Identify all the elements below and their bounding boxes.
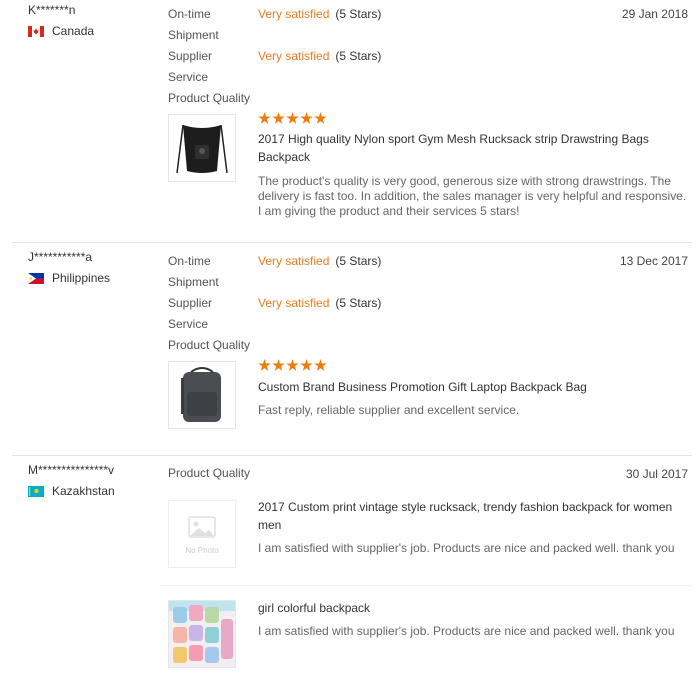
rating-text: Very satisfied <box>258 254 330 268</box>
product-quality-label: Product Quality <box>168 338 251 352</box>
review-date: 13 Dec 2017 <box>619 254 688 268</box>
product-star-rating <box>258 112 327 126</box>
supplier-service-label: Supplier Service <box>168 296 213 331</box>
star-icon <box>258 112 271 124</box>
buyer-country: Philippines <box>28 271 110 285</box>
product-star-rating <box>258 359 327 373</box>
product-review-text: I am satisfied with supplier's job. Prod… <box>258 541 675 555</box>
rating-stars-text: (5 Stars) <box>335 296 382 310</box>
rating-stars-text: (5 Stars) <box>335 7 382 21</box>
product-divider <box>160 585 692 586</box>
product-title[interactable]: Custom Brand Business Promotion Gift Lap… <box>258 378 688 396</box>
buyer-name: K*******n <box>28 3 76 17</box>
kazakhstan-flag-icon <box>28 485 44 497</box>
buyer-country: Kazakhstan <box>28 484 115 498</box>
rating-stars-text: (5 Stars) <box>335 254 382 268</box>
ontime-shipment-label: On-time Shipment <box>168 254 219 289</box>
country-label: Canada <box>52 24 95 38</box>
star-icon <box>272 359 285 371</box>
service-rating: Very satisfied (5 Stars) <box>258 46 381 67</box>
star-icon <box>272 112 285 124</box>
star-icon <box>286 112 299 124</box>
rating-text: Very satisfied <box>258 7 330 21</box>
product-quality-label: Product Quality <box>168 91 251 105</box>
star-icon <box>314 359 327 371</box>
ontime-rating: Very satisfied (5 Stars) <box>258 251 381 272</box>
ontime-rating: Very satisfied (5 Stars) <box>258 4 381 25</box>
philippines-flag-icon <box>28 272 44 284</box>
no-photo-text: No Photo <box>185 546 219 555</box>
ontime-shipment-label: On-time Shipment <box>168 7 219 42</box>
star-icon <box>286 359 299 371</box>
product-thumbnail[interactable] <box>168 361 236 429</box>
product-thumbnail[interactable] <box>168 114 236 182</box>
product-review-text: The product's quality is very good, gene… <box>258 174 687 218</box>
supplier-service-label: Supplier Service <box>168 49 213 84</box>
product-quality-label: Product Quality <box>168 466 251 480</box>
product-thumbnail[interactable]: No Photo <box>168 500 236 568</box>
product-title[interactable]: girl colorful backpack <box>258 599 688 617</box>
product-review-text: Fast reply, reliable supplier and excell… <box>258 403 520 417</box>
country-label: Philippines <box>52 271 111 285</box>
review-divider <box>12 455 692 456</box>
product-title[interactable]: 2017 High quality Nylon sport Gym Mesh R… <box>258 130 688 166</box>
drawstring-bag-image <box>176 124 228 174</box>
no-photo-placeholder-icon <box>188 516 216 538</box>
laptop-backpack-image <box>181 367 221 422</box>
buyer-name: M***************v <box>28 463 115 477</box>
buyer-country: Canada <box>28 24 94 38</box>
canada-flag-icon <box>28 25 44 37</box>
star-icon <box>258 359 271 371</box>
review-divider <box>12 242 692 243</box>
service-rating: Very satisfied (5 Stars) <box>258 293 381 314</box>
rating-text: Very satisfied <box>258 49 330 63</box>
review-date: 29 Jan 2018 <box>621 7 688 21</box>
star-icon <box>300 112 313 124</box>
country-label: Kazakhstan <box>52 484 115 498</box>
rating-text: Very satisfied <box>258 296 330 310</box>
colorful-backpacks-image <box>169 601 235 667</box>
rating-stars-text: (5 Stars) <box>335 49 382 63</box>
star-icon <box>314 112 327 124</box>
product-review-text: I am satisfied with supplier's job. Prod… <box>258 624 675 638</box>
product-title[interactable]: 2017 Custom print vintage style rucksack… <box>258 498 688 534</box>
review-date: 30 Jul 2017 <box>625 467 688 481</box>
product-thumbnail[interactable] <box>168 600 236 668</box>
buyer-name: J***********a <box>28 250 93 264</box>
star-icon <box>300 359 313 371</box>
